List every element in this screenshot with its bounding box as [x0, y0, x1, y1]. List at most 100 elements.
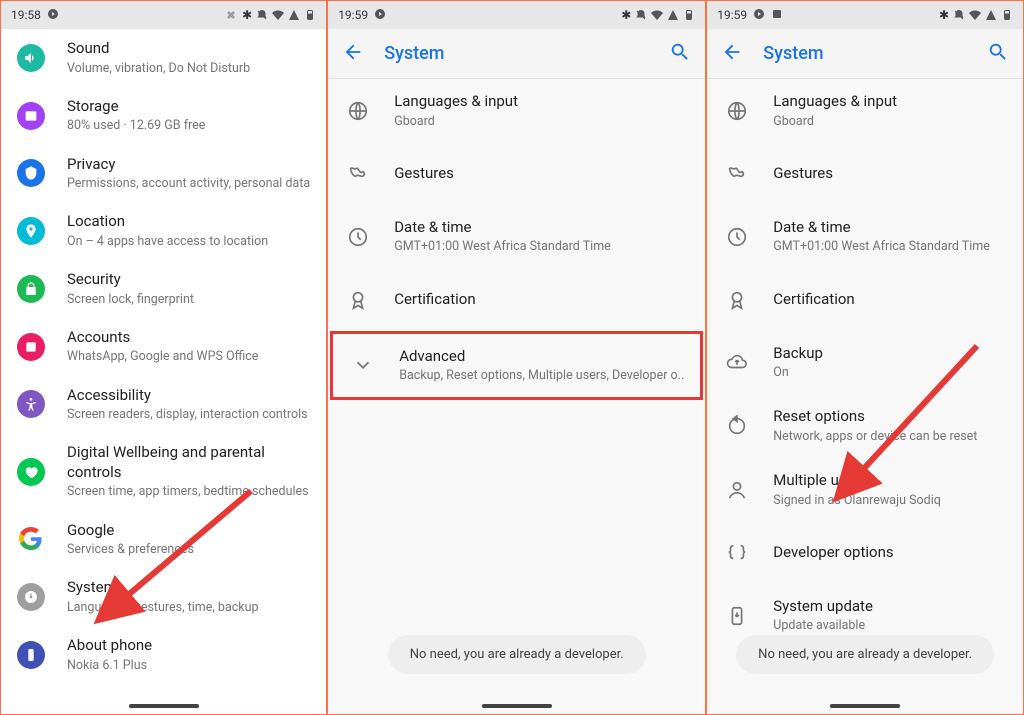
row-title: System update — [773, 597, 1007, 617]
globe-icon — [347, 100, 369, 122]
row-sub: Nokia 6.1 Plus — [67, 658, 310, 674]
system-item-datetime[interactable]: Date & timeGMT+01:00 West Africa Standar… — [707, 205, 1023, 269]
screen-system: 19:59 ✱ System Languages & input Gboard G… — [328, 1, 707, 714]
row-sub: Volume, vibration, Do Not Disturb — [67, 61, 310, 77]
back-button[interactable] — [721, 41, 743, 67]
clock-icon — [347, 226, 369, 248]
row-sub: Backup, Reset options, Multiple users, D… — [399, 368, 684, 384]
row-title: Date & time — [773, 218, 1007, 238]
google-icon — [17, 527, 45, 551]
row-sub: Update available — [773, 618, 1007, 634]
system-item-reset[interactable]: Reset optionsNetwork, apps or device can… — [707, 394, 1023, 458]
system-item-gestures[interactable]: Gestures — [707, 143, 1023, 205]
settings-item-location[interactable]: LocationOn – 4 apps have access to locat… — [1, 202, 326, 260]
status-time: 19:58 — [11, 8, 41, 22]
system-item-users[interactable]: Multiple usersSigned in as Olanrewaju So… — [707, 458, 1023, 522]
settings-item-sound[interactable]: Sound Volume, vibration, Do Not Disturb — [1, 29, 326, 87]
sound-icon — [17, 44, 45, 72]
highlight-advanced: AdvancedBackup, Reset options, Multiple … — [330, 331, 703, 401]
page-title: System — [763, 43, 967, 64]
braces-icon — [726, 542, 748, 564]
system-item-advanced[interactable]: AdvancedBackup, Reset options, Multiple … — [333, 334, 700, 398]
row-title: Accounts — [67, 328, 310, 348]
toast: No need, you are already a developer. — [388, 635, 646, 674]
system-item-backup[interactable]: BackupOn — [707, 331, 1023, 395]
screenshot-icon — [771, 8, 783, 23]
row-title: Digital Wellbeing and parental controls — [67, 443, 310, 482]
row-title: Gestures — [394, 164, 689, 184]
search-button[interactable] — [669, 41, 691, 67]
location-icon — [17, 217, 45, 245]
back-button[interactable] — [342, 41, 364, 67]
search-button[interactable] — [987, 41, 1009, 67]
system-item-datetime[interactable]: Date & timeGMT+01:00 West Africa Standar… — [328, 205, 705, 269]
row-sub: 80% used · 12.69 GB free — [67, 118, 310, 134]
settings-item-privacy[interactable]: PrivacyPermissions, account activity, pe… — [1, 145, 326, 203]
row-sub: Screen lock, fingerprint — [67, 292, 310, 308]
screen-system-expanded: 19:59 ✱ System Languages & inputGboard G… — [707, 1, 1023, 714]
settings-item-about[interactable]: About phoneNokia 6.1 Plus — [1, 626, 326, 684]
user-icon — [726, 479, 748, 501]
status-icons: ✱ — [939, 8, 1013, 22]
status-bar: 19:58 ✱ — [1, 1, 326, 29]
reset-icon — [726, 415, 748, 437]
row-title: Advanced — [399, 347, 684, 367]
row-title: Date & time — [394, 218, 689, 238]
row-title: Languages & input — [394, 92, 689, 112]
row-sub: Permissions, account activity, personal … — [67, 176, 310, 192]
globe-icon — [726, 100, 748, 122]
badge-icon — [726, 289, 748, 311]
accessibility-icon — [17, 390, 45, 418]
status-time: 19:59 — [717, 8, 747, 22]
settings-item-accounts[interactable]: AccountsWhatsApp, Google and WPS Office — [1, 318, 326, 376]
app-bar: System — [707, 29, 1023, 79]
row-title: Multiple users — [773, 471, 1007, 491]
settings-item-wellbeing[interactable]: Digital Wellbeing and parental controlsS… — [1, 433, 326, 510]
play-icon — [753, 8, 765, 23]
status-bar: 19:59 ✱ — [707, 1, 1023, 29]
update-icon — [726, 605, 748, 627]
row-title: System — [67, 578, 310, 598]
page-title: System — [384, 43, 649, 64]
row-title: Accessibility — [67, 386, 310, 406]
row-title: Certification — [773, 290, 1007, 310]
row-sub: GMT+01:00 West Africa Standard Time — [394, 239, 689, 255]
status-time: 19:59 — [338, 8, 368, 22]
settings-item-system[interactable]: SystemLanguages, gestures, time, backup — [1, 568, 326, 626]
row-title: Backup — [773, 344, 1007, 364]
row-sub: On – 4 apps have access to location — [67, 234, 310, 250]
row-title: Reset options — [773, 407, 1007, 427]
row-title: Certification — [394, 290, 689, 310]
status-icons: ✱ — [226, 8, 316, 22]
system-item-certification[interactable]: Certification — [707, 269, 1023, 331]
settings-item-storage[interactable]: Storage80% used · 12.69 GB free — [1, 87, 326, 145]
system-item-certification[interactable]: Certification — [328, 269, 705, 331]
system-item-languages[interactable]: Languages & input Gboard — [328, 79, 705, 143]
security-icon — [17, 275, 45, 303]
status-icons: ✱ — [621, 8, 695, 22]
play-icon — [374, 8, 386, 23]
row-title: Sound — [67, 39, 310, 59]
row-title: Privacy — [67, 155, 310, 175]
nav-handle[interactable] — [482, 704, 552, 708]
gesture-icon — [347, 163, 369, 185]
system-item-gestures[interactable]: Gestures — [328, 143, 705, 205]
nav-handle[interactable] — [129, 704, 199, 708]
settings-item-google[interactable]: GoogleServices & preferences — [1, 511, 326, 569]
privacy-icon — [17, 159, 45, 187]
system-icon — [17, 583, 45, 611]
settings-item-accessibility[interactable]: AccessibilityScreen readers, display, in… — [1, 376, 326, 434]
row-title: Gestures — [773, 164, 1007, 184]
app-bar: System — [328, 29, 705, 79]
row-title: Storage — [67, 97, 310, 117]
settings-item-security[interactable]: SecurityScreen lock, fingerprint — [1, 260, 326, 318]
row-sub: GMT+01:00 West Africa Standard Time — [773, 239, 1007, 255]
row-title: Google — [67, 521, 310, 541]
system-list: Languages & input Gboard Gestures Date & … — [328, 79, 705, 714]
nav-handle[interactable] — [830, 704, 900, 708]
play-icon — [47, 8, 59, 23]
row-sub: Gboard — [394, 114, 689, 130]
system-item-languages[interactable]: Languages & inputGboard — [707, 79, 1023, 143]
row-sub: Gboard — [773, 114, 1007, 130]
system-item-developer[interactable]: Developer options — [707, 522, 1023, 584]
